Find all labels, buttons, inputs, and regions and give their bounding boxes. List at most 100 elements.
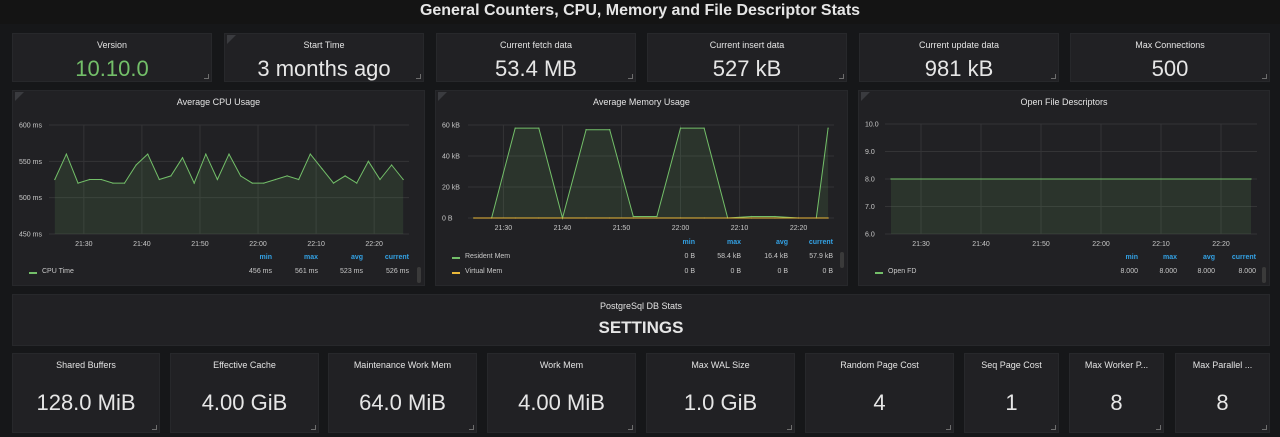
stat-title: Current fetch data	[499, 40, 573, 50]
stat-value: 3 months ago	[257, 56, 391, 81]
stat-panel[interactable]: Max Connections 500	[1070, 33, 1270, 82]
resize-handle-icon[interactable]	[1262, 74, 1267, 79]
stat-panel[interactable]: Current fetch data 53.4 MB	[436, 33, 636, 82]
resize-handle-icon[interactable]	[839, 74, 844, 79]
legend-value: 526 ms	[386, 268, 409, 275]
stat-value: 64.0 MiB	[359, 390, 446, 415]
stat-panel[interactable]: Version 10.10.0	[12, 33, 212, 82]
legend-value: 58.4 kB	[717, 253, 741, 260]
stat-value: 1.0 GiB	[683, 390, 758, 415]
stat-title: Current update data	[918, 40, 1000, 50]
settings-stat-panel[interactable]: Max Worker P... 8	[1069, 353, 1164, 433]
stat-panel[interactable]: Current update data 981 kB	[859, 33, 1059, 82]
legend-column-header[interactable]: avg	[1175, 254, 1215, 261]
resize-handle-icon[interactable]	[1262, 425, 1267, 430]
resize-handle-icon[interactable]	[628, 425, 633, 430]
stat-value: 128.0 MiB	[36, 390, 136, 415]
legend-value: 0 B	[730, 268, 741, 275]
stat-title: Max Connections	[1135, 40, 1205, 50]
legend-column-header[interactable]: max	[1137, 254, 1177, 261]
stat-value: 4.00 MiB	[518, 390, 605, 415]
resize-handle-icon[interactable]	[311, 425, 316, 430]
stat-title: Random Page Cost	[840, 360, 919, 370]
legend-series-name[interactable]: Virtual Mem	[465, 268, 502, 275]
stat-panel[interactable]: Current insert data 527 kB	[647, 33, 847, 82]
legend-scrollbar[interactable]	[417, 267, 421, 283]
db-stats-section-panel: PostgreSql DB Stats SETTINGS	[12, 294, 1270, 346]
legend-column-header[interactable]: avg	[748, 239, 788, 246]
fd-graph-panel[interactable]: Open File Descriptors 10.0 9.0 8.0 7.0 6.0 21…	[858, 90, 1270, 286]
stat-value: 981 kB	[924, 56, 994, 81]
legend-swatch[interactable]	[875, 272, 883, 274]
stat-title: Max Worker P...	[1084, 360, 1149, 370]
stat-title: Shared Buffers	[56, 360, 116, 370]
resize-handle-icon[interactable]	[787, 425, 792, 430]
settings-stat-panel[interactable]: Work Mem 4.00 MiB	[487, 353, 636, 433]
section-subtitle: PostgreSql DB Stats	[599, 301, 683, 311]
resize-handle-icon[interactable]	[1051, 425, 1056, 430]
legend-column-header[interactable]: min	[1098, 254, 1138, 261]
resize-handle-icon[interactable]	[152, 425, 157, 430]
settings-stat-panel[interactable]: Max WAL Size 1.0 GiB	[646, 353, 795, 433]
settings-stat-panel[interactable]: Max Parallel ... 8	[1175, 353, 1270, 433]
resize-handle-icon[interactable]	[946, 425, 951, 430]
settings-stat-panel[interactable]: Random Page Cost 4	[805, 353, 954, 433]
stat-value: 8	[1110, 390, 1123, 415]
legend-scrollbar[interactable]	[1262, 267, 1266, 283]
legend-column-header[interactable]: min	[232, 254, 272, 261]
legend-value: 561 ms	[295, 268, 318, 275]
settings-stat-panel[interactable]: Maintenance Work Mem 64.0 MiB	[328, 353, 477, 433]
legend-swatch[interactable]	[29, 272, 37, 274]
stat-title: Start Time	[303, 40, 345, 50]
stat-value: 10.10.0	[75, 56, 149, 81]
stat-panel[interactable]: Start Time 3 months ago	[224, 33, 424, 82]
settings-stat-panel[interactable]: Shared Buffers 128.0 MiB	[12, 353, 160, 433]
cpu-graph-panel[interactable]: Average CPU Usage 600 ms 550 ms 500 ms 450 …	[12, 90, 425, 286]
legend-column-header[interactable]: current	[1216, 254, 1256, 261]
resize-handle-icon[interactable]	[628, 74, 633, 79]
legend-value: 8.000	[1238, 268, 1256, 275]
stat-title: Seq Page Cost	[981, 360, 1042, 370]
stat-value: 500	[1151, 56, 1189, 81]
legend-series-name[interactable]: Resident Mem	[465, 253, 510, 260]
stat-value: 53.4 MB	[495, 56, 577, 81]
legend-column-header[interactable]: max	[278, 254, 318, 261]
stat-value: 8	[1216, 390, 1229, 415]
resize-handle-icon[interactable]	[204, 74, 209, 79]
legend-value: 57.9 kB	[809, 253, 833, 260]
resize-handle-icon[interactable]	[1051, 74, 1056, 79]
legend-scrollbar[interactable]	[840, 252, 844, 268]
stat-title: Effective Cache	[213, 360, 276, 370]
legend-series-name[interactable]: CPU Time	[42, 268, 74, 275]
memory-graph-panel[interactable]: Average Memory Usage 60 kB 40 kB 20 kB 0 B2…	[435, 90, 848, 286]
legend-value: 456 ms	[249, 268, 272, 275]
legend-swatch[interactable]	[452, 257, 460, 259]
dashboard-row-title[interactable]: General Counters, CPU, Memory and File D…	[0, 0, 1280, 24]
legend-column-header[interactable]: current	[369, 254, 409, 261]
legend-value: 0 B	[684, 268, 695, 275]
settings-stat-panel[interactable]: Effective Cache 4.00 GiB	[170, 353, 319, 433]
section-title: SETTINGS	[598, 318, 684, 337]
resize-handle-icon[interactable]	[1156, 425, 1161, 430]
legend-value: 0 B	[684, 253, 695, 260]
resize-handle-icon[interactable]	[469, 425, 474, 430]
stat-value: 4	[873, 390, 886, 415]
stat-title: Current insert data	[709, 40, 785, 50]
legend-value: 523 ms	[340, 268, 363, 275]
stat-value: 527 kB	[712, 56, 782, 81]
stat-title: Max Parallel ...	[1192, 360, 1253, 370]
legend-column-header[interactable]: max	[701, 239, 741, 246]
stat-value: 1	[1005, 390, 1018, 415]
stat-title: Version	[96, 40, 128, 50]
legend-series-name[interactable]: Open FD	[888, 268, 916, 275]
settings-stat-panel[interactable]: Seq Page Cost 1	[964, 353, 1059, 433]
legend-swatch[interactable]	[452, 272, 460, 274]
legend-column-header[interactable]: avg	[323, 254, 363, 261]
legend-column-header[interactable]: min	[655, 239, 695, 246]
legend-value: 16.4 kB	[764, 253, 788, 260]
legend-value: 0 B	[777, 268, 788, 275]
stat-title: Work Mem	[539, 360, 584, 370]
legend-column-header[interactable]: current	[793, 239, 833, 246]
stat-title: Max WAL Size	[691, 360, 750, 370]
resize-handle-icon[interactable]	[416, 74, 421, 79]
